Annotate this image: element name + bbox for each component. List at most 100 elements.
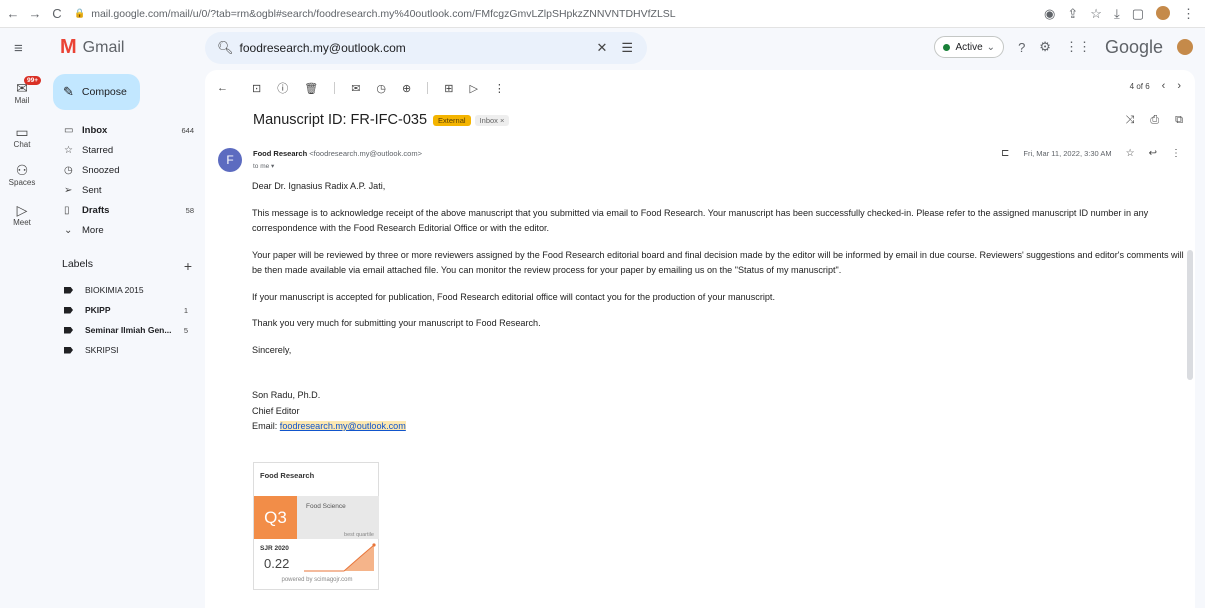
kebab-menu-icon[interactable]: ⋮ xyxy=(1182,6,1195,22)
apps-grid-icon[interactable]: ⋮⋮ xyxy=(1065,39,1091,55)
sidebar-item-drafts[interactable]: ▯ Drafts 58 xyxy=(44,200,200,220)
external-badge: External xyxy=(433,114,471,126)
sender-avatar[interactable]: F xyxy=(218,148,242,172)
sjr-quartile: Q3 xyxy=(254,496,297,539)
scrollbar[interactable] xyxy=(1187,250,1193,380)
back-arrow-icon[interactable]: ← xyxy=(217,82,228,94)
download-icon[interactable]: ⤓ xyxy=(1114,6,1120,22)
google-logo[interactable]: Google xyxy=(1105,37,1163,58)
chevron-down-icon: ⌄ xyxy=(64,224,73,236)
reload-icon[interactable]: C xyxy=(48,6,66,21)
send-icon: ➢ xyxy=(64,184,73,196)
inbox-label-chip[interactable]: Inbox × xyxy=(474,114,510,126)
sidebar-item-snoozed[interactable]: ◷ Snoozed xyxy=(44,160,200,180)
clear-search-icon[interactable]: ✕ xyxy=(596,40,607,56)
rail-chat-label: Chat xyxy=(13,140,31,149)
sender-line: Food Research <foodresearch.my@outlook.c… xyxy=(253,149,422,158)
sjr-powered-by: powered by scimagojr.com xyxy=(281,577,353,583)
folder-label: Drafts xyxy=(82,204,110,216)
sidebar-item-inbox[interactable]: ▭ Inbox 644 xyxy=(44,120,200,140)
body-paragraph: Thank you very much for submitting your … xyxy=(252,318,541,328)
report-spam-icon[interactable]: ⓘ xyxy=(277,80,288,96)
search-options-icon[interactable]: ☰ xyxy=(621,40,633,56)
forward-arrow-icon[interactable]: → xyxy=(26,6,44,21)
gmail-logo[interactable]: M Gmail xyxy=(60,36,124,59)
label-item-biokimia[interactable]: BIOKIMIA 2015 xyxy=(44,280,200,300)
sidebar-item-starred[interactable]: ☆ Starred xyxy=(44,140,200,160)
labels-title: Labels xyxy=(62,258,93,270)
body-paragraph: This message is to acknowledge receipt o… xyxy=(252,207,1149,234)
previous-icon[interactable]: ‹ xyxy=(1162,80,1166,92)
more-options-icon[interactable]: ⋮ xyxy=(494,82,505,95)
rail-chat[interactable]: ▭ Chat xyxy=(0,124,44,149)
sidebar-item-more[interactable]: ⌄ More xyxy=(44,220,200,240)
location-icon[interactable]: ◉ xyxy=(1044,6,1055,22)
window-icon[interactable]: ▢ xyxy=(1132,6,1144,22)
rail-meet[interactable]: ▷ Meet xyxy=(0,202,44,227)
label-tag-icon xyxy=(64,326,73,334)
open-new-window-icon[interactable]: ⧉ xyxy=(1175,114,1183,127)
label-name: Seminar Ilmiah Gen... xyxy=(85,325,172,335)
next-icon[interactable]: › xyxy=(1177,80,1181,92)
reply-icon[interactable]: ↩ xyxy=(1149,148,1157,159)
recipients-toggle[interactable]: to me ▾ xyxy=(253,162,274,170)
sender-name[interactable]: Food Research xyxy=(253,149,307,158)
help-icon[interactable]: ? xyxy=(1018,40,1025,55)
move-to-icon[interactable]: ⊞ xyxy=(444,82,453,95)
bookmark-star-icon[interactable]: ☆ xyxy=(1090,6,1102,22)
share-icon[interactable]: ⇪ xyxy=(1067,6,1078,22)
search-bar[interactable]: 🔍︎ foodresearch.my@outlook.com ✕ ☰ xyxy=(205,32,647,64)
folder-count: 58 xyxy=(185,205,194,215)
folder-label: Starred xyxy=(82,144,114,156)
print-icon[interactable]: ⎙ xyxy=(1150,114,1159,127)
back-arrow-icon[interactable]: ← xyxy=(4,6,22,21)
body-paragraph: If your manuscript is accepted for publi… xyxy=(252,291,775,302)
sjr-trend-point xyxy=(372,543,376,547)
status-selector[interactable]: Active ⌄ xyxy=(934,36,1005,58)
labels-header: Labels + xyxy=(62,258,192,274)
more-options-icon[interactable]: ⋮ xyxy=(1171,148,1181,159)
search-input[interactable]: foodresearch.my@outlook.com xyxy=(240,41,597,55)
toolbar-divider xyxy=(334,82,336,94)
main-menu-icon[interactable]: ≡ xyxy=(14,40,23,57)
browser-bar: ← → C 🔒 mail.google.com/mail/u/0/?tab=rm… xyxy=(0,0,1205,28)
sjr-quartile-note: best quartile xyxy=(344,532,374,538)
sidebar-item-sent[interactable]: ➢ Sent xyxy=(44,180,200,200)
status-label: Active xyxy=(955,41,983,53)
search-icon[interactable]: 🔍︎ xyxy=(217,40,234,56)
archive-icon[interactable]: ⊡ xyxy=(252,82,261,95)
greeting: Dear Dr. Ignasius Radix A.P. Jati, xyxy=(252,181,386,191)
folder-list: ▭ Inbox 644 ☆ Starred ◷ Snoozed ➢ Sent ▯… xyxy=(44,120,200,240)
body-paragraph: Your paper will be reviewed by three or … xyxy=(252,249,1184,276)
label-icon[interactable]: ▷ xyxy=(469,82,477,95)
draft-icon: ▯ xyxy=(64,204,70,216)
label-count: 1 xyxy=(183,305,188,315)
profile-avatar[interactable] xyxy=(1156,5,1170,20)
compose-button[interactable]: ✎ Compose xyxy=(53,74,140,110)
snooze-icon[interactable]: ◷ xyxy=(376,82,386,95)
rail-mail[interactable]: ✉ 99+ Mail xyxy=(0,76,44,105)
sjr-category: Food Science xyxy=(306,503,346,510)
expand-all-icon[interactable]: ⤨ xyxy=(1126,114,1135,127)
star-icon: ☆ xyxy=(64,144,73,156)
label-item-pkipp[interactable]: PKIPP 1 xyxy=(44,300,200,320)
rail-spaces[interactable]: ⚇ Spaces xyxy=(0,162,44,187)
chevron-down-icon: ⌄ xyxy=(986,41,996,53)
label-item-skripsi[interactable]: SKRIPSI xyxy=(44,340,200,360)
add-label-icon[interactable]: + xyxy=(184,258,192,274)
sender-email: <foodresearch.my@outlook.com> xyxy=(309,149,422,158)
sjr-widget[interactable]: Food Research Q3 Food Science best quart… xyxy=(253,462,379,590)
message-toolbar: ← ⊡ ⓘ 🗑︎ ✉ ◷ ⊕ ⊞ ▷ ⋮ xyxy=(205,74,1195,102)
star-icon[interactable]: ☆ xyxy=(1126,148,1135,159)
label-item-seminar[interactable]: Seminar Ilmiah Gen... 5 xyxy=(44,320,200,340)
add-task-icon[interactable]: ⊕ xyxy=(402,82,411,95)
delete-icon[interactable]: 🗑︎ xyxy=(304,82,318,95)
folder-label: Inbox xyxy=(82,124,108,136)
mark-unread-icon[interactable]: ✉ xyxy=(351,82,360,95)
address-bar[interactable]: 🔒 mail.google.com/mail/u/0/?tab=rm&ogbl#… xyxy=(74,3,1044,25)
signature-title: Chief Editor xyxy=(252,405,300,416)
account-avatar[interactable] xyxy=(1177,39,1193,55)
settings-gear-icon[interactable]: ⚙ xyxy=(1039,39,1051,55)
signature-email-link[interactable]: foodresearch.my@outlook.com xyxy=(279,421,406,431)
label-name: SKRIPSI xyxy=(85,345,119,355)
